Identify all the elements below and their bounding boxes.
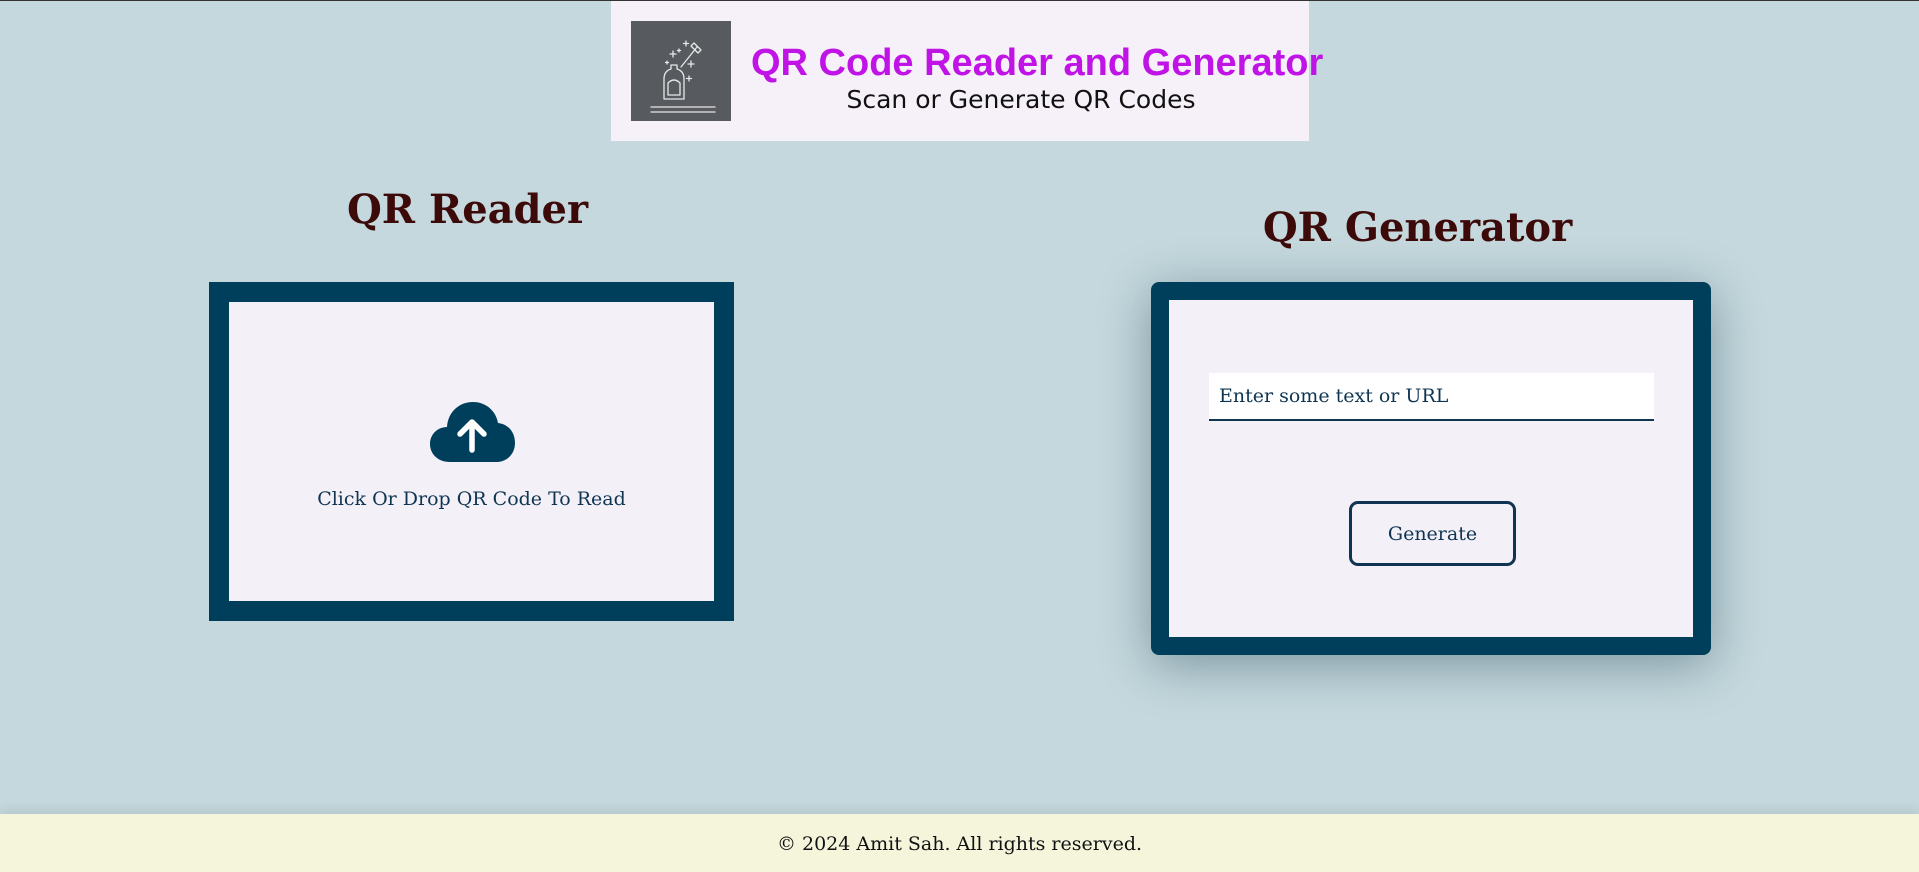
generator-form: Generate bbox=[1169, 300, 1693, 637]
page-title: QR Code Reader and Generator bbox=[751, 42, 1324, 84]
qr-reader-panel: Click Or Drop QR Code To Read bbox=[209, 282, 734, 621]
reader-heading: QR Reader bbox=[346, 186, 589, 233]
generator-heading: QR Generator bbox=[1262, 204, 1573, 251]
site-header: QR Code Reader and Generator Scan or Gen… bbox=[611, 1, 1324, 141]
generate-button[interactable]: Generate bbox=[1349, 501, 1516, 566]
upload-label: Click Or Drop QR Code To Read bbox=[317, 487, 626, 510]
copyright-text: © 2024 Amit Sah. All rights reserved. bbox=[776, 832, 1143, 855]
page-subtitle: Scan or Generate QR Codes bbox=[846, 85, 1196, 114]
qr-upload-dropzone[interactable]: Click Or Drop QR Code To Read bbox=[229, 302, 714, 601]
header-text: QR Code Reader and Generator Scan or Gen… bbox=[751, 41, 1324, 115]
site-footer: © 2024 Amit Sah. All rights reserved. bbox=[0, 814, 1919, 872]
cloud-upload-icon bbox=[428, 400, 516, 464]
magic-wand-sparkle-icon bbox=[650, 40, 716, 113]
qr-text-input[interactable] bbox=[1209, 373, 1654, 421]
logo bbox=[631, 21, 731, 121]
qr-generator-panel: Generate bbox=[1151, 282, 1711, 655]
